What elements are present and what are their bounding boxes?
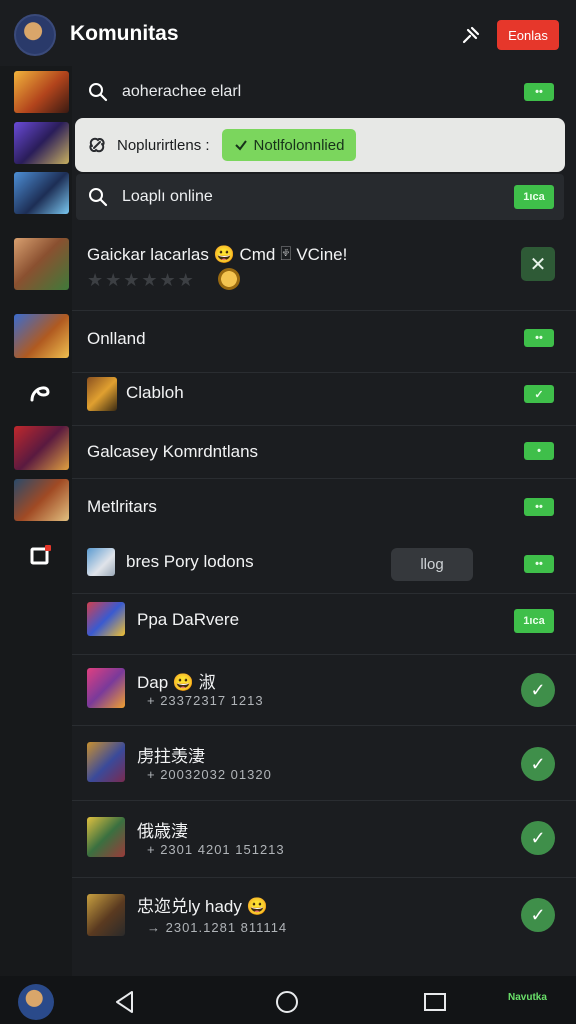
- chat-title[interactable]: Dap 😀 淑: [137, 668, 216, 693]
- status-pill[interactable]: ••: [524, 498, 554, 516]
- status-pill[interactable]: ✓: [524, 385, 554, 403]
- chat-subtitle: + 20032032 01320: [147, 767, 272, 782]
- profile-name: Gaickar lacarlas 😀 Cmd 🂿 VCine!: [87, 245, 348, 264]
- chat-avatar[interactable]: [87, 894, 125, 936]
- home-icon[interactable]: [274, 989, 300, 1015]
- game-thumbnail[interactable]: [14, 426, 69, 470]
- online-search-row[interactable]: Loaplı online: [76, 174, 564, 220]
- chat-avatar[interactable]: [87, 742, 125, 782]
- divider: [72, 593, 576, 594]
- status-pill[interactable]: ••: [524, 83, 554, 101]
- chat-subtitle: + 2301 4201 151213: [147, 842, 285, 857]
- list-item-title[interactable]: bres Pory lodons: [126, 552, 254, 572]
- divider: [72, 478, 576, 479]
- game-thumbnail[interactable]: [14, 314, 69, 358]
- divider: [72, 654, 576, 655]
- chat-title[interactable]: 忠迩兑ly hady 😀: [137, 892, 268, 917]
- profile-thumbnail[interactable]: [14, 238, 69, 290]
- list-item-title[interactable]: Galcasey Komrdntlans: [87, 442, 258, 462]
- chat-avatar[interactable]: [87, 817, 125, 857]
- app-thumbnail[interactable]: [87, 548, 115, 576]
- list-item-title[interactable]: Metlritars: [87, 497, 157, 517]
- search-suggestion-label: aoherachee elarl: [122, 83, 242, 100]
- check-circle-button[interactable]: ✓: [521, 898, 555, 932]
- check-circle-button[interactable]: ✓: [521, 673, 555, 707]
- list-item-button[interactable]: llog: [391, 548, 473, 581]
- check-circle-button[interactable]: ✓: [521, 747, 555, 781]
- profile-avatar[interactable]: [14, 14, 56, 56]
- close-button[interactable]: ✕: [521, 247, 555, 281]
- search-suggestion-row[interactable]: aoherachee elarl: [76, 70, 564, 114]
- chat-title[interactable]: 俄歳淒: [137, 817, 188, 842]
- recents-icon[interactable]: [423, 991, 447, 1013]
- game-thumbnail[interactable]: [14, 122, 69, 164]
- chat-subtitle: + 23372317 1213: [147, 693, 264, 708]
- header-action-button[interactable]: Eonlas: [497, 20, 559, 50]
- nav-right-label[interactable]: Navutka: [508, 992, 547, 1003]
- divider: [72, 425, 576, 426]
- coin-icon: [218, 268, 240, 290]
- chat-title[interactable]: 虏拄羡淒: [137, 742, 205, 767]
- game-thumbnail[interactable]: [87, 602, 125, 636]
- online-badge[interactable]: 1ıca: [514, 185, 554, 209]
- status-pill[interactable]: •: [524, 442, 554, 460]
- list-item-title[interactable]: Clabloh: [126, 383, 184, 403]
- status-badge[interactable]: 1ıca: [514, 609, 554, 633]
- status-pill[interactable]: ••: [524, 555, 554, 573]
- divider: [72, 877, 576, 878]
- pin-icon[interactable]: [458, 24, 482, 48]
- link-icon: [89, 137, 105, 153]
- divider: [72, 800, 576, 801]
- divider: [72, 372, 576, 373]
- search-icon: [89, 188, 108, 207]
- popup-label: Noplurirtlens :: [117, 136, 210, 154]
- game-thumbnail[interactable]: [87, 377, 117, 411]
- notification-toggle-label: Notlfolonnlied: [253, 136, 345, 154]
- list-item-title[interactable]: Onlland: [87, 329, 146, 349]
- page-title: Komunitas: [70, 22, 179, 45]
- chat-avatar[interactable]: [87, 668, 125, 708]
- rating-stars: ★★★★★★: [87, 270, 196, 290]
- search-icon: [89, 83, 108, 102]
- checkmark-icon: [234, 140, 247, 151]
- game-thumbnail[interactable]: [14, 172, 69, 214]
- notification-square-icon[interactable]: [30, 544, 52, 566]
- list-item-title[interactable]: Ppa DaRvere: [137, 610, 239, 630]
- check-circle-button[interactable]: ✓: [521, 821, 555, 855]
- notification-popup[interactable]: Noplurirtlens : Notlfolonnlied: [75, 118, 565, 172]
- divider: [72, 725, 576, 726]
- notification-toggle-button[interactable]: Notlfolonnlied: [221, 129, 357, 161]
- back-icon[interactable]: [112, 989, 138, 1015]
- chat-subtitle: → 2301.1281 811114: [147, 920, 288, 935]
- game-thumbnail[interactable]: [14, 479, 69, 521]
- online-row-label: Loaplı online: [122, 188, 213, 205]
- status-pill[interactable]: ••: [524, 329, 554, 347]
- divider: [72, 310, 576, 311]
- game-thumbnail[interactable]: [14, 71, 69, 113]
- nav-avatar[interactable]: [18, 984, 54, 1020]
- swirl-icon[interactable]: [26, 378, 54, 406]
